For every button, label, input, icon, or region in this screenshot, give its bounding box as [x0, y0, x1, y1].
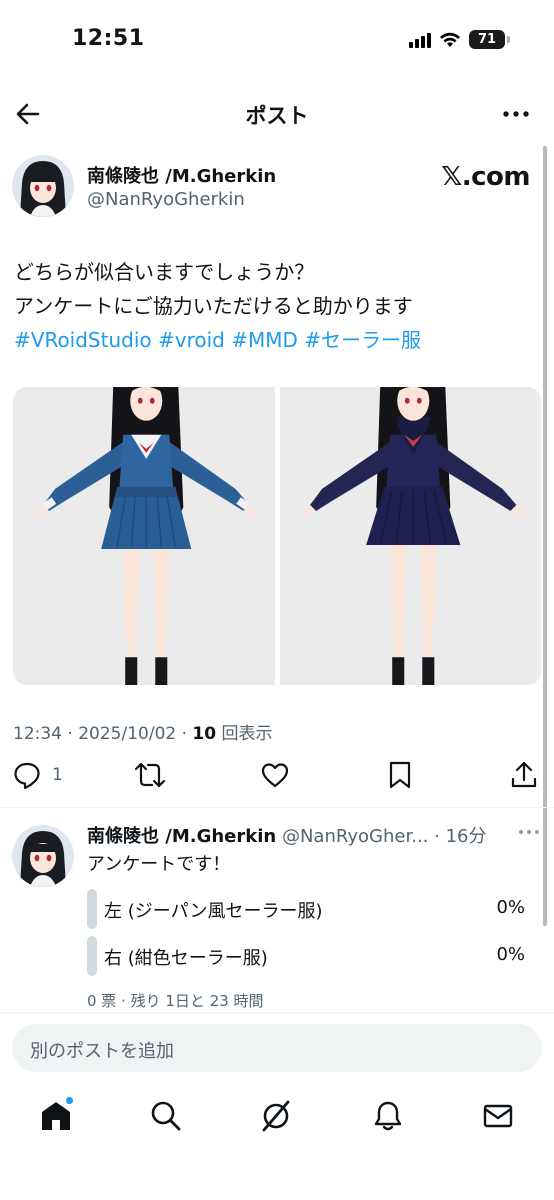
tab-messages[interactable]	[480, 1098, 516, 1134]
media-image-right[interactable]	[279, 387, 541, 685]
reply-header: 南條陵也 /M.Gherkin @NanRyoGher... · 16分	[87, 826, 487, 847]
tweet-text-line: アンケートにご協力いただけると助かります	[14, 294, 413, 318]
divider	[0, 807, 554, 808]
tab-search[interactable]	[148, 1098, 184, 1134]
poll-option[interactable]: 右 (紺色セーラー服) 0%	[87, 936, 527, 976]
bookmark-button[interactable]	[386, 760, 414, 790]
share-icon	[511, 761, 537, 788]
tweet-meta: 12:34 · 2025/10/02 · 10 回表示	[13, 724, 273, 744]
hashtag-link[interactable]: #セーラー服	[304, 328, 421, 352]
tab-grok[interactable]	[258, 1098, 294, 1134]
hashtag-link[interactable]: #MMD	[231, 328, 298, 352]
repost-icon	[134, 762, 166, 788]
tweet-text-line: どちらが似合いますでしょうか？	[14, 260, 315, 284]
tab-home[interactable]	[38, 1096, 74, 1134]
tweet-time: 12:34	[13, 724, 62, 744]
poll-bar	[87, 936, 97, 976]
notification-dot	[65, 1096, 74, 1105]
grok-icon	[262, 1100, 290, 1132]
poll-option-percent: 0%	[496, 897, 525, 918]
tweet-date: 2025/10/02	[78, 724, 177, 744]
tweet-text: どちらが似合いますでしょうか？ アンケートにご協力いただけると助かります #VR…	[14, 255, 534, 357]
reply-icon	[14, 762, 40, 790]
hashtags: #VRoidStudio #vroid #MMD #セーラー服	[14, 323, 534, 357]
reply-button[interactable]: 1	[12, 760, 63, 790]
hashtag-link[interactable]: #VRoidStudio	[14, 328, 152, 352]
status-time: 12:51	[72, 26, 145, 51]
signal-icon	[409, 32, 431, 48]
notifications-icon	[374, 1101, 402, 1131]
poll-summary: 0 票 · 残り 1日と 23 時間	[87, 992, 264, 1010]
page-title: ポスト	[245, 104, 309, 128]
author-name[interactable]: 南條陵也 /M.Gherkin	[87, 162, 276, 188]
post-header: ポスト	[0, 88, 554, 140]
divider	[0, 1012, 554, 1013]
search-icon	[151, 1101, 181, 1131]
media-image-left[interactable]	[13, 387, 275, 685]
tweet-actions: 1	[0, 760, 554, 800]
more-icon[interactable]	[502, 108, 530, 120]
compose-input[interactable]: 別のポストを追加	[12, 1024, 542, 1072]
reply-author-handle[interactable]: @NanRyoGher...	[282, 826, 428, 847]
view-count: 10	[192, 724, 217, 744]
poll-option[interactable]: 左 (ジーパン風セーラー服) 0%	[87, 889, 527, 929]
reply-avatar[interactable]	[12, 825, 74, 887]
compose-placeholder: 別のポストを追加	[30, 1041, 174, 1062]
status-icons: 71	[409, 30, 510, 49]
messages-icon	[483, 1104, 513, 1128]
media-grid	[13, 387, 541, 685]
scrollbar[interactable]	[543, 146, 547, 926]
view-label: 回表示	[221, 724, 273, 744]
poll-option-label: 左 (ジーパン風セーラー服)	[104, 901, 323, 922]
battery-level: 71	[469, 30, 505, 49]
wifi-icon	[440, 32, 460, 47]
like-icon	[261, 763, 289, 788]
poll-option-percent: 0%	[496, 944, 525, 965]
reply-text: アンケートです！	[87, 854, 231, 875]
hashtag-link[interactable]: #vroid	[158, 328, 225, 352]
status-bar: 12:51 71	[0, 0, 554, 80]
repost-button[interactable]	[134, 760, 166, 790]
reply-time: 16分	[445, 826, 487, 847]
author-handle[interactable]: @NanRyoGherkin	[87, 189, 245, 210]
bottom-tab-bar	[0, 1090, 554, 1150]
share-button[interactable]	[510, 760, 538, 790]
battery-icon: 71	[469, 30, 510, 49]
bookmark-icon	[389, 761, 411, 789]
tab-notifications[interactable]	[370, 1098, 406, 1134]
xcom-badge: 𝕏.com	[441, 162, 530, 192]
author-avatar[interactable]	[12, 155, 74, 217]
like-button[interactable]	[260, 760, 290, 790]
poll-option-label: 右 (紺色セーラー服)	[104, 948, 268, 969]
reply-author-name[interactable]: 南條陵也 /M.Gherkin	[87, 826, 276, 847]
reply-more-icon[interactable]	[518, 828, 540, 836]
poll-bar	[87, 889, 97, 929]
reply-count: 1	[52, 765, 63, 785]
